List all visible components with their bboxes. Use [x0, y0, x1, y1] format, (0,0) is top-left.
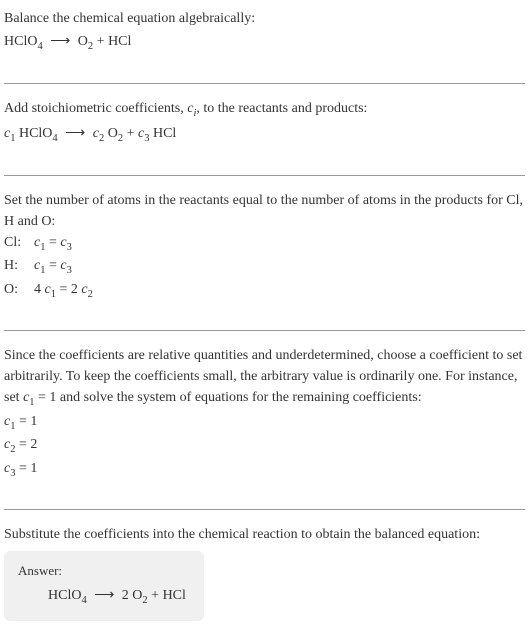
solve-title: Since the coefficients are relative quan…	[4, 345, 525, 411]
arrow-icon: ⟶	[50, 31, 70, 52]
answer-title: Substitute the coefficients into the che…	[4, 524, 525, 545]
cl-equation: c1 = c3	[34, 232, 72, 256]
o-label: O:	[4, 279, 34, 300]
h-equation: c1 = c3	[34, 255, 72, 279]
section-solve: Since the coefficients are relative quan…	[4, 345, 525, 495]
arrow-icon: ⟶	[65, 123, 85, 144]
balanced-equation: HClO4 ⟶ 2 O2 + HCl	[18, 585, 190, 609]
divider	[4, 175, 525, 176]
o-balance-row: O: 4 c1 = 2 c2	[4, 279, 525, 303]
divider	[4, 83, 525, 84]
reactant-hclo4: HClO4	[4, 34, 43, 49]
stoich-title: Add stoichiometric coefficients, ci, to …	[4, 98, 525, 122]
divider	[4, 330, 525, 331]
cl-label: Cl:	[4, 232, 34, 253]
product-hcl: HCl	[108, 34, 131, 49]
section-atom-balance: Set the number of atoms in the reactants…	[4, 190, 525, 317]
c1-value: c1 = 1	[4, 411, 525, 435]
section-problem: Balance the chemical equation algebraica…	[4, 8, 525, 69]
h-label: H:	[4, 255, 34, 276]
section-stoichiometric: Add stoichiometric coefficients, ci, to …	[4, 98, 525, 161]
answer-label: Answer:	[18, 561, 190, 581]
c3-value: c3 = 1	[4, 458, 525, 482]
arrow-icon: ⟶	[94, 585, 114, 606]
product-o2: O2	[78, 34, 93, 49]
atom-balance-title: Set the number of atoms in the reactants…	[4, 190, 525, 232]
plus-sign: +	[93, 34, 108, 49]
stoich-equation: c1 HClO4 ⟶ c2 O2 + c3 HCl	[4, 123, 525, 147]
c2-value: c2 = 2	[4, 434, 525, 458]
section-answer: Substitute the coefficients into the che…	[4, 524, 525, 620]
o-equation: 4 c1 = 2 c2	[34, 279, 93, 303]
unbalanced-equation: HClO4 ⟶ O2 + HCl	[4, 31, 525, 55]
answer-box: Answer: HClO4 ⟶ 2 O2 + HCl	[4, 551, 204, 620]
problem-title: Balance the chemical equation algebraica…	[4, 8, 525, 29]
h-balance-row: H: c1 = c3	[4, 255, 525, 279]
cl-balance-row: Cl: c1 = c3	[4, 232, 525, 256]
divider	[4, 509, 525, 510]
